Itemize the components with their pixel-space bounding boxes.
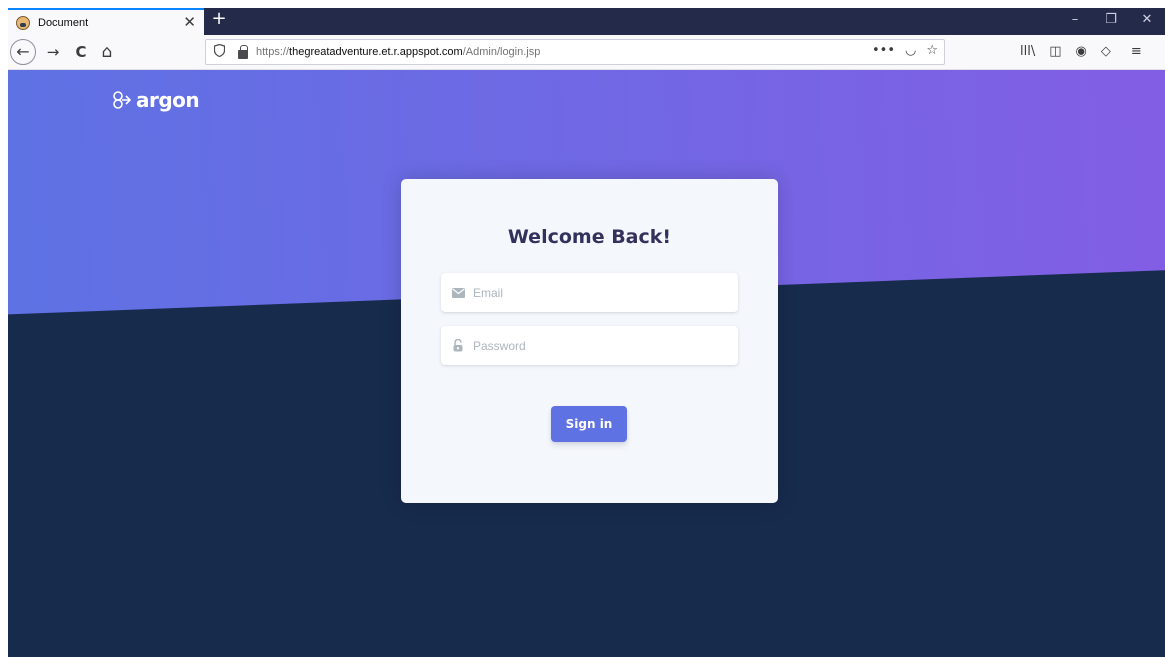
tracking-protection-icon[interactable] <box>213 43 228 60</box>
minimize-window-button[interactable]: – <box>1057 8 1093 33</box>
pocket-icon[interactable]: ◡ <box>905 43 916 58</box>
browser-nav-bar: ← → C ⌂ https://thegreatadventure.et.r.a… <box>8 35 1165 70</box>
extension-icon[interactable]: ◇ <box>1101 44 1111 59</box>
sidebar-icon[interactable]: ◫ <box>1049 44 1061 59</box>
lock-icon[interactable] <box>238 44 248 59</box>
login-page: argon Welcome Back! Sign in <box>8 70 1165 657</box>
argon-logo-icon <box>113 91 132 109</box>
browser-tab[interactable]: Document ✕ <box>8 8 204 35</box>
forward-button[interactable]: → <box>42 41 64 63</box>
email-input[interactable] <box>473 285 723 300</box>
new-tab-button[interactable]: + <box>206 8 232 33</box>
password-field[interactable] <box>441 326 738 365</box>
argon-logo[interactable]: argon <box>112 88 200 112</box>
bookmark-star-icon[interactable]: ☆ <box>926 43 938 58</box>
sign-in-button[interactable]: Sign in <box>551 406 627 442</box>
logo-text: argon <box>136 88 200 112</box>
padlock-icon <box>451 339 465 352</box>
login-card: Welcome Back! Sign in <box>401 179 778 503</box>
page-actions-icon[interactable]: ••• <box>872 43 895 58</box>
close-tab-icon[interactable]: ✕ <box>183 13 196 31</box>
tab-title: Document <box>38 16 89 29</box>
close-window-button[interactable]: ✕ <box>1129 8 1165 33</box>
address-bar[interactable]: https://thegreatadventure.et.r.appspot.c… <box>205 39 945 65</box>
account-icon[interactable]: ◉ <box>1076 44 1087 59</box>
url-text[interactable]: https://thegreatadventure.et.r.appspot.c… <box>256 46 540 58</box>
home-button[interactable]: ⌂ <box>96 41 118 63</box>
reload-button[interactable]: C <box>70 41 92 63</box>
browser-tab-bar: Document ✕ + – ❐ ✕ <box>8 8 1165 35</box>
restore-window-button[interactable]: ❐ <box>1093 8 1129 33</box>
favicon-icon <box>16 15 30 30</box>
envelope-icon <box>451 287 465 298</box>
menu-icon[interactable]: ≡ <box>1131 44 1142 59</box>
card-title: Welcome Back! <box>507 226 672 248</box>
library-icon[interactable]: lll\ <box>1020 44 1035 59</box>
back-button[interactable]: ← <box>10 39 36 65</box>
email-field[interactable] <box>441 273 738 312</box>
password-input[interactable] <box>473 338 723 353</box>
